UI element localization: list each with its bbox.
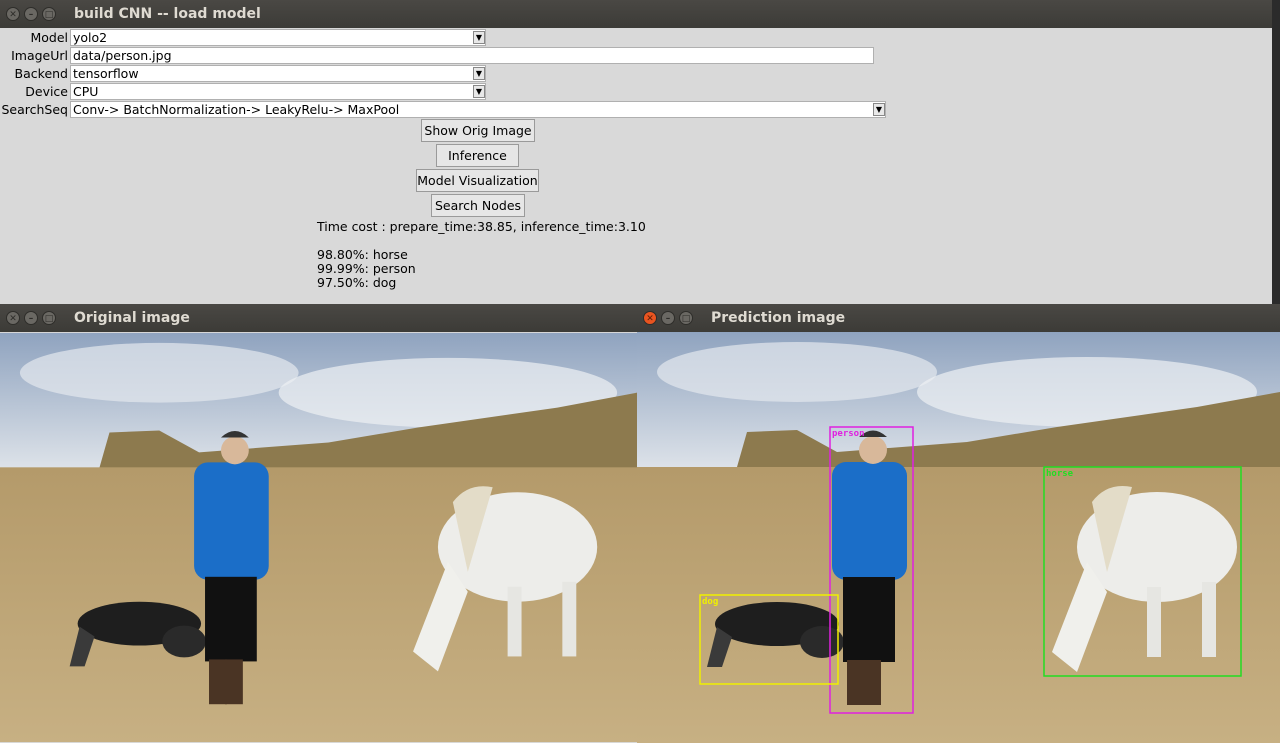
inference-button[interactable]: Inference bbox=[436, 144, 519, 167]
result-line: 97.50%: dog bbox=[317, 275, 397, 290]
original-titlebar: ✕ – □ Original image bbox=[0, 304, 637, 332]
search-nodes-button[interactable]: Search Nodes bbox=[431, 194, 525, 217]
backend-select[interactable]: tensorflow ▼ bbox=[70, 65, 486, 82]
device-value: CPU bbox=[73, 84, 99, 99]
model-select[interactable]: yolo2 ▼ bbox=[70, 29, 486, 46]
chevron-down-icon[interactable]: ▼ bbox=[473, 85, 485, 98]
device-label: Device bbox=[25, 84, 68, 99]
close-icon[interactable]: ✕ bbox=[6, 7, 20, 21]
model-row: Model yolo2 ▼ bbox=[0, 29, 486, 46]
image-url-row: ImageUrl data/person.jpg bbox=[0, 47, 874, 64]
chevron-down-icon[interactable]: ▼ bbox=[873, 103, 885, 116]
image-url-label: ImageUrl bbox=[11, 48, 68, 63]
time-cost-text: Time cost : prepare_time:38.85, inferenc… bbox=[317, 219, 646, 234]
search-seq-select[interactable]: Conv-> BatchNormalization-> LeakyRelu-> … bbox=[70, 101, 886, 118]
search-seq-row: SearchSeq Conv-> BatchNormalization-> Le… bbox=[0, 101, 886, 118]
backend-row: Backend tensorflow ▼ bbox=[0, 65, 486, 82]
close-icon[interactable]: ✕ bbox=[643, 311, 657, 325]
search-seq-label: SearchSeq bbox=[1, 102, 68, 117]
main-titlebar: ✕ – □ build CNN -- load model bbox=[0, 0, 1272, 28]
result-line: 98.80%: horse bbox=[317, 247, 408, 262]
person-detection-label: person bbox=[832, 429, 865, 439]
image-url-input[interactable]: data/person.jpg bbox=[70, 47, 874, 64]
model-label: Model bbox=[30, 30, 68, 45]
backend-label: Backend bbox=[14, 66, 68, 81]
prediction-photo: person horse dog bbox=[637, 332, 1280, 743]
dog-detection-label: dog bbox=[702, 597, 718, 607]
maximize-icon[interactable]: □ bbox=[42, 311, 56, 325]
device-select[interactable]: CPU ▼ bbox=[70, 83, 486, 100]
chevron-down-icon[interactable]: ▼ bbox=[473, 67, 485, 80]
minimize-icon[interactable]: – bbox=[661, 311, 675, 325]
close-icon[interactable]: ✕ bbox=[6, 311, 20, 325]
window-title: Original image bbox=[74, 310, 190, 326]
minimize-icon[interactable]: – bbox=[24, 311, 38, 325]
model-value: yolo2 bbox=[73, 30, 108, 45]
show-orig-image-button[interactable]: Show Orig Image bbox=[421, 119, 535, 142]
device-row: Device CPU ▼ bbox=[0, 83, 486, 100]
model-visualization-button[interactable]: Model Visualization bbox=[416, 169, 539, 192]
minimize-icon[interactable]: – bbox=[24, 7, 38, 21]
prediction-titlebar: ✕ – □ Prediction image bbox=[637, 304, 1280, 332]
window-title: build CNN -- load model bbox=[74, 6, 261, 22]
result-line: 99.99%: person bbox=[317, 261, 416, 276]
maximize-icon[interactable]: □ bbox=[42, 7, 56, 21]
backend-value: tensorflow bbox=[73, 66, 139, 81]
maximize-icon[interactable]: □ bbox=[679, 311, 693, 325]
window-title: Prediction image bbox=[711, 310, 846, 326]
original-photo bbox=[0, 332, 637, 743]
search-seq-value: Conv-> BatchNormalization-> LeakyRelu-> … bbox=[73, 102, 400, 117]
chevron-down-icon[interactable]: ▼ bbox=[473, 31, 485, 44]
prediction-image-window: ✕ – □ Prediction image person horse dog bbox=[637, 304, 1280, 743]
horse-detection-label: horse bbox=[1046, 469, 1074, 479]
main-window: ✕ – □ build CNN -- load model Model yolo… bbox=[0, 0, 1272, 306]
original-image-window: ✕ – □ Original image bbox=[0, 304, 637, 743]
